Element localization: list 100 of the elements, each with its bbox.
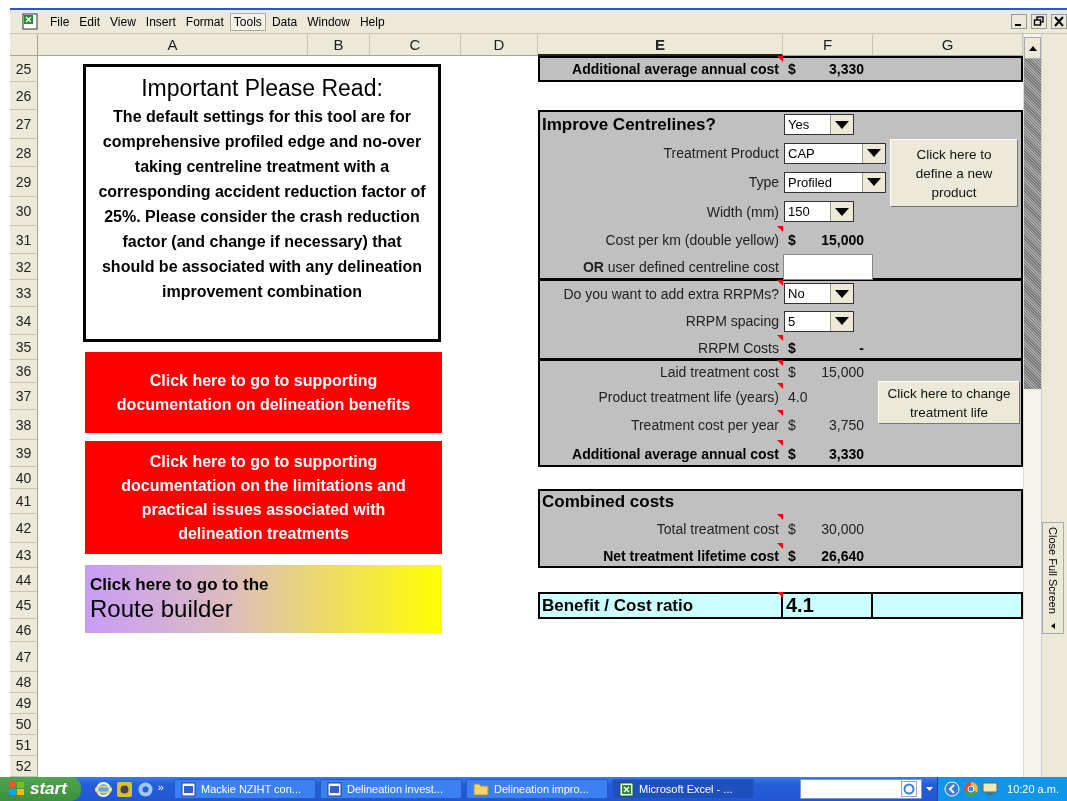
row-header[interactable]: 46 — [10, 619, 38, 642]
row-header[interactable]: 51 — [10, 735, 38, 756]
media-icon[interactable] — [115, 780, 133, 798]
caret-icon[interactable] — [926, 787, 933, 791]
row-header[interactable]: 27 — [10, 110, 38, 139]
field-label: Treatment cost per year — [630, 417, 779, 433]
dropdown[interactable]: CAP — [784, 142, 886, 164]
field-label: Additional average annual cost — [572, 61, 779, 77]
amount-value: 15,000 — [821, 363, 864, 380]
column-header[interactable]: B — [308, 34, 370, 56]
taskbar-button[interactable]: Delineation impro... — [466, 779, 608, 799]
amount-value: 4.0 — [788, 388, 808, 405]
row-header[interactable]: 31 — [10, 226, 38, 254]
section-title: Combined costs — [542, 491, 675, 512]
circle-icon[interactable] — [963, 781, 979, 797]
taskbar-button[interactable]: Mackie NZIHT con... — [174, 779, 316, 799]
close-full-screen-button[interactable]: Close Full Screen — [1042, 522, 1064, 634]
dropdown[interactable]: No — [784, 283, 854, 304]
row-header[interactable]: 28 — [10, 139, 38, 167]
currency-sign: $ — [788, 339, 796, 356]
row-header[interactable]: 52 — [10, 756, 38, 777]
row-header[interactable]: 40 — [10, 467, 38, 489]
row-header[interactable]: 29 — [10, 167, 38, 197]
menu-item[interactable]: Format — [181, 12, 228, 31]
row-header[interactable]: 30 — [10, 197, 38, 226]
menu-item[interactable]: Edit — [75, 12, 105, 31]
amount-value: - — [859, 339, 864, 356]
amount-value: 3,750 — [828, 417, 864, 433]
monitor-icon[interactable] — [982, 781, 998, 797]
dropdown[interactable]: Profiled — [784, 171, 886, 193]
notice-text: The default settings for this tool are for comprehensive profiled edge and no-over taking centreline treatment with a corresponding accident reduction factor of 25%. Please consider the crash reduction factor (and change if necessary) that should be associated with any delineation improvement combination — [97, 107, 427, 302]
column-header[interactable]: E — [538, 34, 783, 56]
amount-value: 15,000 — [821, 232, 864, 248]
row-header[interactable]: 26 — [10, 82, 38, 110]
row-header[interactable]: 41 — [10, 489, 38, 514]
macro-button[interactable]: Click here to change treatment life — [878, 381, 1020, 424]
menu-item[interactable]: Insert — [141, 12, 180, 31]
close-icon[interactable] — [1051, 14, 1067, 29]
start-button[interactable]: start — [0, 777, 81, 801]
column-header[interactable]: D — [461, 34, 538, 56]
row-header[interactable]: 33 — [10, 280, 38, 307]
taskbar-button[interactable]: Microsoft Excel - ... — [612, 779, 754, 799]
currency-sign: $ — [788, 363, 796, 380]
menu-item[interactable]: File — [46, 12, 74, 31]
menu-item[interactable]: View — [106, 12, 140, 31]
dropdown[interactable]: 150 — [784, 201, 854, 222]
column-header[interactable]: C — [370, 34, 461, 56]
row-header[interactable]: 49 — [10, 693, 38, 714]
ratio-label: Benefit / Cost ratio — [542, 595, 694, 616]
link-button[interactable]: Click here to go to supporting documentation on the limitations and practical issues associated with delineation treatments — [85, 441, 442, 554]
column-header[interactable]: G — [873, 34, 1023, 56]
row-header[interactable]: 34 — [10, 307, 38, 335]
link-button[interactable]: Click here to go to the Route builder — [85, 565, 442, 633]
row-header[interactable]: 39 — [10, 440, 38, 467]
menu-item[interactable]: Tools — [229, 12, 266, 31]
scroll-up-button[interactable] — [1024, 37, 1041, 59]
caret-icon — [835, 317, 849, 325]
field-label: Total treatment cost — [656, 520, 779, 537]
minimize-icon[interactable] — [1011, 14, 1027, 29]
dropdown[interactable]: Yes — [784, 114, 854, 135]
more-button[interactable]: » — [157, 780, 164, 793]
logo-icon — [901, 781, 917, 797]
scroll-thumb[interactable] — [1024, 59, 1041, 389]
row-header[interactable]: 47 — [10, 642, 38, 672]
taskbar-button[interactable]: Delineation invest... — [320, 779, 462, 799]
row-header[interactable]: 43 — [10, 543, 38, 568]
row-header[interactable]: 36 — [10, 360, 38, 383]
row-header[interactable]: 32 — [10, 254, 38, 280]
field-label: Type — [748, 174, 779, 190]
row-header[interactable]: 25 — [10, 56, 38, 82]
row-header[interactable]: 37 — [10, 383, 38, 410]
row-header[interactable]: 35 — [10, 335, 38, 360]
menu-item[interactable]: Help — [355, 12, 389, 31]
caret-icon — [835, 289, 849, 298]
spreadsheet-icon[interactable] — [22, 12, 40, 31]
spreadsheet-icon — [619, 781, 634, 797]
field-label: Do you want to add extra RRPMs? — [563, 285, 779, 302]
menu-item[interactable]: Data — [267, 12, 302, 31]
row-header[interactable]: 45 — [10, 592, 38, 619]
link-button[interactable]: Click here to go to supporting documentation on delineation benefits — [85, 352, 442, 433]
column-header[interactable]: F — [783, 34, 873, 56]
restore-icon[interactable] — [1031, 14, 1047, 29]
amount-value: 3,330 — [828, 445, 864, 462]
column-header[interactable]: A — [38, 34, 308, 56]
input-field[interactable] — [783, 254, 873, 280]
search-field[interactable] — [800, 779, 922, 799]
macro-button[interactable]: Click here to define a new product — [890, 139, 1018, 207]
row-header[interactable]: 44 — [10, 568, 38, 592]
menu-item[interactable]: Window — [303, 12, 354, 31]
currency-sign: $ — [788, 445, 796, 462]
row-header[interactable]: 42 — [10, 514, 38, 543]
row-header[interactable]: 50 — [10, 714, 38, 735]
caret-icon — [835, 207, 849, 216]
currency-sign: $ — [788, 547, 796, 564]
field-label: Cost per km (double yellow) — [605, 232, 779, 248]
row-header[interactable]: 48 — [10, 672, 38, 693]
row-header[interactable]: 38 — [10, 410, 38, 440]
dropdown[interactable]: 5 — [784, 310, 854, 332]
amount-value: 30,000 — [821, 520, 864, 537]
globe-icon[interactable] — [94, 780, 112, 798]
